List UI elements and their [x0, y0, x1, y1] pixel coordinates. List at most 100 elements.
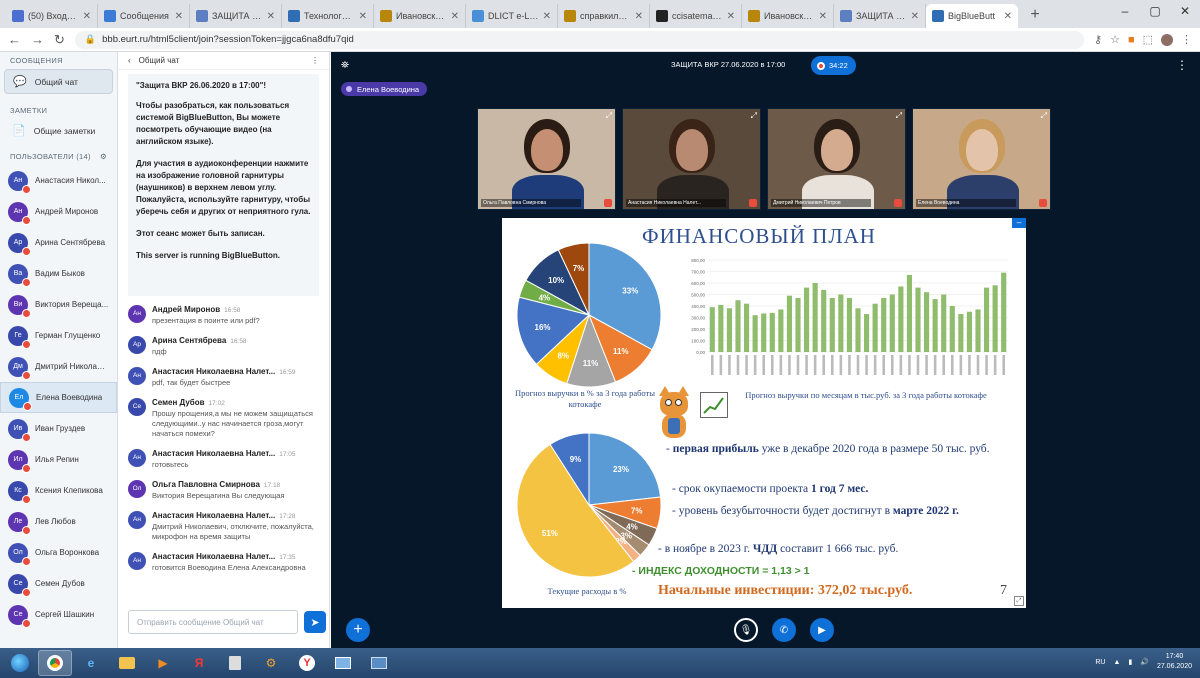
webcam-tile[interactable]: ⤢ Анастасия Николаевна Налет... [622, 108, 761, 210]
explorer-taskbar-button[interactable] [110, 650, 144, 676]
tab-close-icon[interactable]: ✕ [451, 11, 459, 22]
video-button[interactable]: ▶ [810, 618, 834, 642]
viewer-taskbar-button[interactable] [326, 650, 360, 676]
browser-tab[interactable]: Сообщения ✕ [98, 4, 190, 28]
x-tick-mark [736, 355, 740, 375]
user-list-item[interactable]: Ге Герман Глущенко [0, 320, 117, 351]
tab-close-icon[interactable]: ✕ [359, 11, 367, 22]
user-list-item[interactable]: Ив Иван Груздев [0, 413, 117, 444]
gear-icon[interactable]: ⚙ [100, 152, 107, 161]
tab-close-icon[interactable]: ✕ [727, 11, 735, 22]
profile-avatar[interactable] [1161, 33, 1173, 46]
tab-close-icon[interactable]: ✕ [911, 11, 919, 22]
browser-tab[interactable]: Технология ПИ ✕ [282, 4, 374, 28]
browser-tab[interactable]: ссisatemacin ✕ [650, 4, 742, 28]
calculator-taskbar-button[interactable] [218, 650, 252, 676]
user-list-item[interactable]: Ви Виктория Вереща... [0, 289, 117, 320]
puzzle-icon[interactable]: ⬚ [1143, 33, 1153, 46]
tab-close-icon[interactable]: ✕ [819, 11, 827, 22]
maximize-button[interactable]: ▢ [1140, 0, 1170, 24]
phone-button[interactable]: ✆ [772, 618, 796, 642]
chrome-taskbar-button[interactable] [38, 650, 72, 676]
options-icon[interactable]: ⋮ [1176, 58, 1188, 72]
volume-icon[interactable]: 🔊 [1140, 658, 1149, 666]
star-icon[interactable]: ☆ [1110, 33, 1120, 46]
user-list-item[interactable]: Се Сергей Шашкин [0, 599, 117, 630]
browser-tab[interactable]: (50) Входящие ✕ [6, 4, 98, 28]
user-list-item[interactable]: Ан Андрей Миронов [0, 196, 117, 227]
tab-close-icon[interactable]: ✕ [635, 11, 643, 22]
fit-slide-icon[interactable]: ⤢ [1014, 596, 1024, 606]
user-list-item[interactable]: Ан Анастасия Никол... [0, 165, 117, 196]
x-tick-mark [891, 355, 894, 375]
message-time: 17:05 [279, 451, 296, 458]
user-list-item[interactable]: Ел Елена Воеводина [0, 382, 117, 413]
x-tick-mark [719, 355, 723, 375]
app-taskbar-button[interactable]: ⚙ [254, 650, 288, 676]
tab-close-icon[interactable]: ✕ [543, 11, 551, 22]
x-tick-mark [745, 355, 748, 375]
browser-tab[interactable]: ЗАЩИТА ВКР 2 ✕ [190, 4, 282, 28]
actions-button[interactable]: + [346, 618, 370, 642]
public-chat-item[interactable]: 💬 Общий чат [4, 69, 113, 94]
key-icon[interactable]: ⚷ [1094, 33, 1102, 46]
user-list-item[interactable]: Ил Илья Репин [0, 444, 117, 475]
webcam-tile[interactable]: ⤢ Дмитрий Николаевич Петров [767, 108, 906, 210]
user-list-item[interactable]: Ол Ольга Воронкова [0, 537, 117, 568]
shared-notes-item[interactable]: 📄 Общие заметки [4, 119, 113, 142]
audio-button[interactable]: 🎙 [734, 618, 758, 642]
webcam-tile[interactable]: ⤢ Ольга Павловна Смирнова [477, 108, 616, 210]
yandex-taskbar-button[interactable]: Я [182, 650, 216, 676]
minimize-presentation-button[interactable]: – [1012, 218, 1026, 228]
url-field[interactable]: 🔒 bbb.eurt.ru/html5client/join?sessionTo… [74, 30, 1084, 49]
extension-icon[interactable]: ■ [1128, 34, 1135, 46]
user-list-item[interactable]: Дм Дмитрий Николаев... [0, 351, 117, 382]
menu-icon[interactable]: ⋮ [1181, 33, 1192, 46]
user-name: Арина Сентябрева [35, 238, 106, 247]
media-taskbar-button[interactable]: ▶ [146, 650, 180, 676]
browser-tab[interactable]: BigBlueButt ✕ [926, 4, 1018, 28]
users-toggle-icon[interactable]: ⛯ [341, 60, 349, 71]
user-list-item[interactable]: Кс Ксения Клепикова [0, 475, 117, 506]
tab-close-icon[interactable]: ✕ [267, 11, 275, 22]
user-list-item[interactable]: Ар Арина Сентябрева [0, 227, 117, 258]
browser-tab[interactable]: DLICT e-Learning ✕ [466, 4, 558, 28]
back-icon[interactable]: ← [8, 32, 21, 47]
browser-tab[interactable]: Ивановский го ✕ [374, 4, 466, 28]
tab-close-icon[interactable]: ✕ [175, 11, 183, 22]
fullscreen-icon[interactable]: ⤢ [606, 111, 612, 121]
user-list-item[interactable]: Ва Вадим Быков [0, 258, 117, 289]
minimize-button[interactable]: – [1110, 0, 1140, 24]
clock[interactable]: 17:40 27.06.2020 [1157, 652, 1192, 672]
message-author: Арина Сентябрева [152, 336, 227, 345]
yandex-browser-taskbar-button[interactable]: Y [290, 650, 324, 676]
network-icon[interactable]: ▮ [1128, 658, 1132, 666]
user-list-item[interactable]: Се Семен Дубов [0, 568, 117, 599]
network-app-taskbar-button[interactable] [362, 650, 396, 676]
chat-options-icon[interactable]: ⋮ [311, 56, 319, 65]
start-button[interactable] [4, 650, 36, 676]
recording-indicator[interactable]: 34:22 [811, 56, 856, 75]
browser-tab[interactable]: справкилк на с ✕ [558, 4, 650, 28]
fullscreen-icon[interactable]: ⤢ [751, 111, 757, 121]
new-tab-button[interactable]: + [1024, 4, 1046, 26]
chat-input[interactable]: Отправить сообщение Общий чат [128, 610, 298, 634]
fullscreen-icon[interactable]: ⤢ [896, 111, 902, 121]
tab-close-icon[interactable]: ✕ [83, 11, 91, 22]
send-button[interactable]: ➤ [304, 611, 326, 633]
webcam-tile[interactable]: ⤢ Елена Воеводина [912, 108, 1051, 210]
browser-tab[interactable]: Ивановский го ✕ [742, 4, 834, 28]
browser-tab[interactable]: ЗАЩИТА ВКР 2 ✕ [834, 4, 926, 28]
language-indicator[interactable]: RU [1095, 659, 1105, 666]
fullscreen-icon[interactable]: ⤢ [1041, 111, 1047, 121]
avatar: Се [8, 604, 31, 628]
tab-close-icon[interactable]: ✕ [1004, 11, 1012, 22]
reload-icon[interactable]: ↻ [54, 32, 65, 48]
close-window-button[interactable]: ✕ [1170, 0, 1200, 24]
hide-chat-icon[interactable]: ‹ [128, 56, 131, 65]
user-list-item[interactable]: Ле Лев Любов [0, 506, 117, 537]
ie-taskbar-button[interactable]: e [74, 650, 108, 676]
tray-up-arrow-icon[interactable]: ▲ [1113, 659, 1120, 666]
forward-icon[interactable]: → [31, 32, 44, 47]
users-header: ПОЛЬЗОВАТЕЛИ (14) [10, 152, 91, 161]
